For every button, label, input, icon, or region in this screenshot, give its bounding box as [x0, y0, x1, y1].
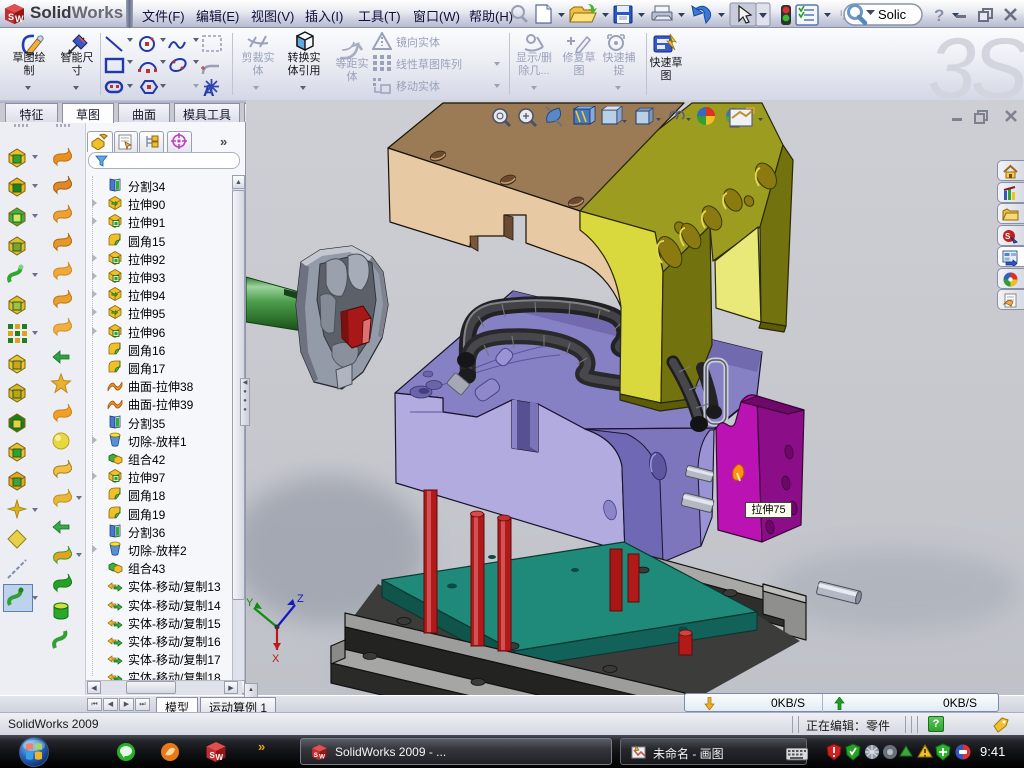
svg-text:Z: Z	[297, 593, 304, 605]
svg-text:X: X	[272, 653, 280, 665]
svg-text:W: W	[319, 754, 325, 761]
svg-text:Solic: Solic	[878, 7, 907, 22]
svg-text:W: W	[216, 753, 224, 762]
svg-text:S: S	[314, 752, 318, 759]
svg-text:S: S	[8, 12, 14, 22]
svg-text:W: W	[15, 14, 24, 24]
svg-text:Y: Y	[246, 597, 254, 609]
